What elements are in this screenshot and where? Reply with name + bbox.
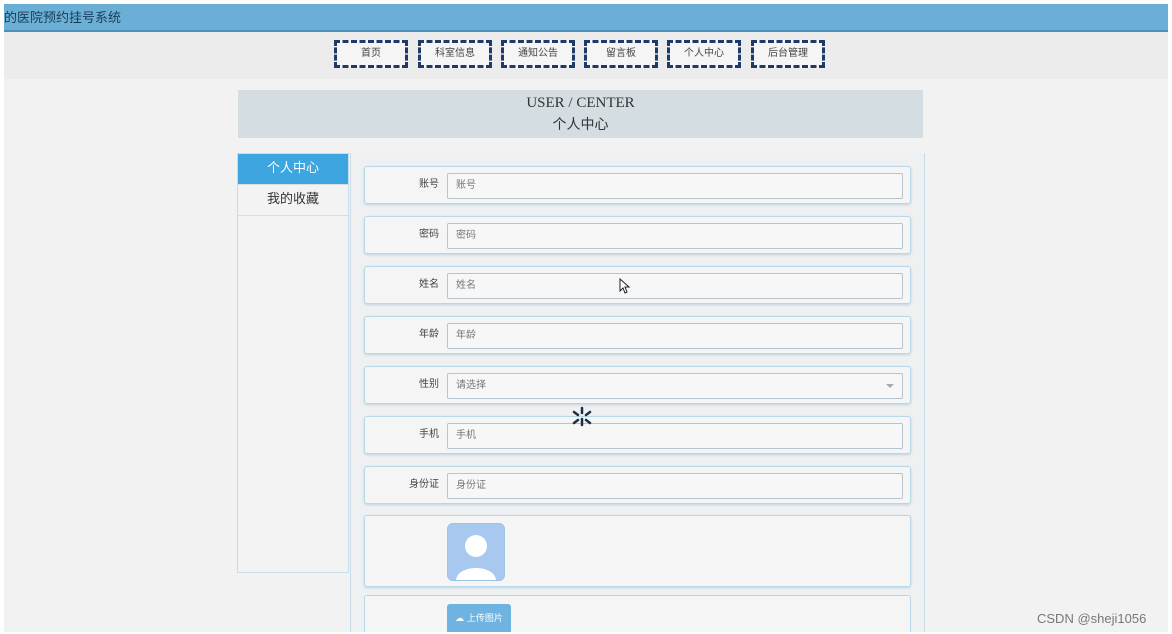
- form-row-avatar: [364, 515, 911, 587]
- name-input[interactable]: 姓名: [447, 273, 903, 299]
- upload-image-button[interactable]: ☁ 上传图片: [447, 604, 511, 632]
- gender-select[interactable]: 请选择: [447, 373, 903, 399]
- account-input[interactable]: 账号: [447, 173, 903, 199]
- name-label: 姓名: [419, 279, 439, 290]
- nav-message-board[interactable]: 留言板: [584, 40, 658, 68]
- gender-select-value: 请选择: [456, 380, 486, 391]
- app-title: 的医院预约挂号系统: [4, 11, 122, 26]
- mouse-cursor-icon: [619, 278, 631, 294]
- upload-icon: ☁: [455, 614, 465, 624]
- age-label: 年龄: [419, 329, 439, 340]
- loading-spinner-icon: [572, 406, 592, 427]
- account-label: 账号: [419, 179, 439, 190]
- form-row-id-card: 身份证 身份证: [364, 466, 911, 504]
- upload-button-label: 上传图片: [466, 614, 503, 624]
- form-row-gender: 性别 请选择: [364, 366, 911, 404]
- page-header: USER / CENTER 个人中心: [238, 90, 923, 138]
- chevron-down-icon: [886, 384, 894, 388]
- age-input[interactable]: 年龄: [447, 323, 903, 349]
- page-title-cn: 个人中心: [552, 117, 609, 133]
- form-row-account: 账号 账号: [364, 166, 911, 204]
- id-card-label: 身份证: [409, 479, 439, 490]
- sidebar: 个人中心 我的收藏: [237, 153, 349, 573]
- password-label: 密码: [419, 229, 439, 240]
- main-nav: 首页 科室信息 通知公告 留言板 个人中心 后台管理: [4, 40, 1168, 70]
- top-bar: 的医院预约挂号系统: [4, 4, 1168, 32]
- user-silhouette-icon: [448, 524, 504, 580]
- nav-admin[interactable]: 后台管理: [751, 40, 825, 68]
- password-input[interactable]: 密码: [447, 223, 903, 249]
- avatar: [447, 523, 505, 581]
- nav-notices[interactable]: 通知公告: [501, 40, 575, 68]
- gender-label: 性别: [419, 379, 439, 390]
- nav-user-center[interactable]: 个人中心: [667, 40, 741, 68]
- form-row-phone: 手机 手机: [364, 416, 911, 454]
- profile-form: 账号 账号 密码 密码 姓名 姓名 年龄 年龄 性别 请选择 手机 手机 身份证…: [350, 153, 925, 632]
- form-row-password: 密码 密码: [364, 216, 911, 254]
- sidebar-item-user-center[interactable]: 个人中心: [238, 154, 348, 185]
- form-row-name: 姓名 姓名: [364, 266, 911, 304]
- sidebar-item-favorites[interactable]: 我的收藏: [238, 185, 348, 216]
- watermark: CSDN @sheji1056: [1037, 611, 1147, 626]
- nav-departments[interactable]: 科室信息: [418, 40, 492, 68]
- form-row-upload: ☁ 上传图片: [364, 595, 911, 632]
- nav-home[interactable]: 首页: [334, 40, 408, 68]
- id-card-input[interactable]: 身份证: [447, 473, 903, 499]
- form-row-age: 年龄 年龄: [364, 316, 911, 354]
- phone-input[interactable]: 手机: [447, 423, 903, 449]
- phone-label: 手机: [419, 429, 439, 440]
- page-title-en: USER / CENTER: [526, 95, 635, 111]
- page: 的医院预约挂号系统 首页 科室信息 通知公告 留言板 个人中心 后台管理 USE…: [4, 4, 1168, 632]
